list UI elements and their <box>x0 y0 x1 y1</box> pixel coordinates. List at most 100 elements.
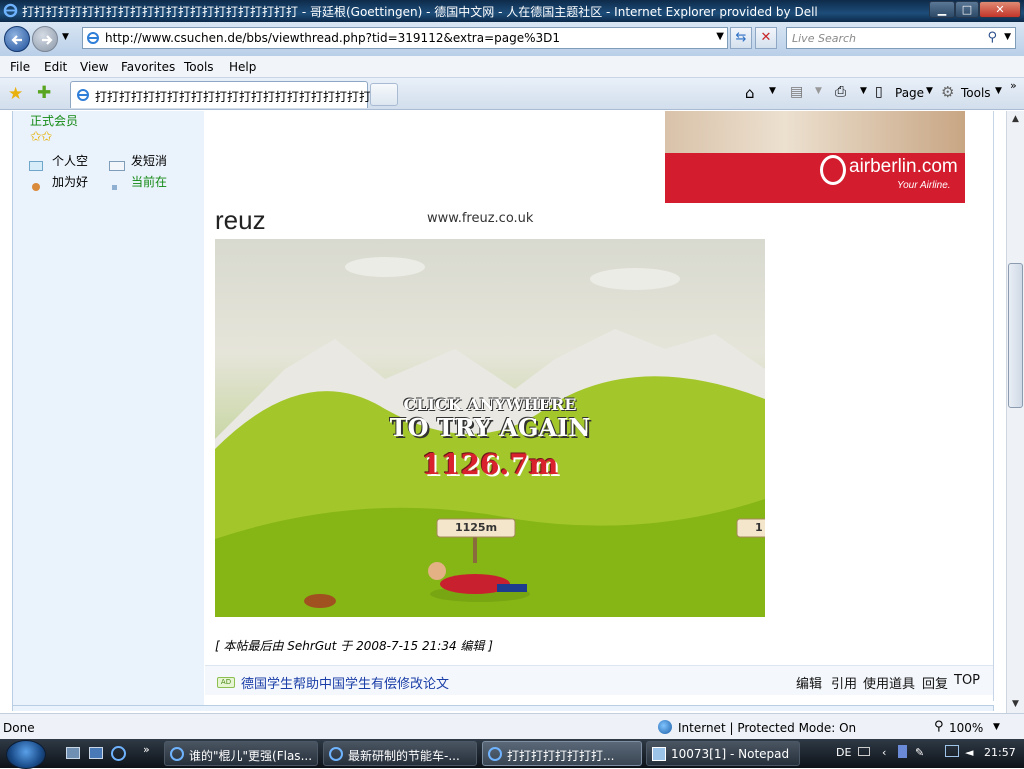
quote-link[interactable]: 引用 <box>831 673 857 692</box>
show-desktop-icon[interactable] <box>66 747 80 759</box>
address-dropdown-icon[interactable]: ▼ <box>716 31 724 42</box>
tab-label: 打打打打打打打打打打打打打打打打打打打打打打打... <box>95 90 383 104</box>
game-prompt-line1: CLICK ANYWHERE <box>403 395 577 414</box>
scroll-down-icon[interactable]: ▼ <box>1007 696 1024 713</box>
forward-button[interactable] <box>32 26 58 52</box>
taskbar-window-2[interactable]: 最新研制的节能车-... <box>323 741 477 766</box>
address-bar[interactable]: http://www.csuchen.de/bbs/viewthread.php… <box>82 27 728 49</box>
scroll-thumb[interactable] <box>1008 263 1023 408</box>
use-item-link[interactable]: 使用道具 <box>863 673 915 692</box>
refresh-icon: ⇆ <box>735 30 747 45</box>
tab-current[interactable]: 打打打打打打打打打打打打打打打打打打打打打打打... <box>70 81 382 108</box>
taskbar-window-1[interactable]: 谁的"棍儿"更强(Flas... <box>164 741 318 766</box>
feeds-dropdown-icon[interactable]: ▼ <box>815 86 822 96</box>
tab-toolbar: ★ ✚ 打打打打打打打打打打打打打打打打打打打打打打打... ⌂ ▼ ▤ ▼ ⎙… <box>0 78 1024 110</box>
tab-ie-icon <box>77 89 89 101</box>
back-button[interactable] <box>4 26 30 52</box>
menu-view[interactable]: View <box>80 60 108 74</box>
tray-app-icon[interactable] <box>898 745 907 758</box>
tray-tools-icon[interactable]: ✎ <box>915 746 924 759</box>
stop-button[interactable]: ✕ <box>755 27 777 49</box>
edit-note: [ 本帖最后由 SehrGut 于 2008-7-15 21:34 编辑 ] <box>215 639 493 653</box>
close-button[interactable]: ✕ <box>979 1 1021 18</box>
security-zone[interactable]: Internet | Protected Mode: On <box>678 721 856 735</box>
new-tab-button[interactable] <box>370 83 398 106</box>
search-placeholder: Live Search <box>792 32 856 45</box>
volume-icon[interactable]: ◄ <box>965 746 973 759</box>
tools-menu-button[interactable]: Tools <box>961 86 991 100</box>
keyboard-icon[interactable] <box>858 747 870 756</box>
add-favorites-icon[interactable]: ✚ <box>37 83 51 103</box>
user-space-link[interactable]: 个人空 <box>52 152 88 169</box>
tools-dropdown-icon[interactable]: ▼ <box>995 86 1002 96</box>
page-menu-button[interactable]: Page <box>895 86 924 100</box>
ie-quicklaunch-icon[interactable] <box>111 746 126 761</box>
search-icon[interactable]: ⚲ <box>987 30 997 45</box>
window-title: 打打打打打打打打打打打打打打打打打打打打打打打 - 哥廷根(Goettingen… <box>22 5 818 19</box>
home-dropdown-icon[interactable]: ▼ <box>769 86 776 96</box>
page-dropdown-icon[interactable]: ▼ <box>926 86 933 96</box>
post-footer: AD 德国学生帮助中国学生有偿修改论文 编辑 引用 使用道具 回复 TOP <box>205 665 993 695</box>
game-distance: 1126.7m <box>421 448 559 481</box>
print-icon[interactable]: ⎙ <box>835 84 846 100</box>
airberlin-ad-banner[interactable]: airberlin.com Your Airline. <box>665 111 965 203</box>
scroll-up-icon[interactable]: ▲ <box>1007 111 1024 128</box>
taskbar-window-3-label: 打打打打打打打打... <box>507 749 615 763</box>
menu-file[interactable]: File <box>10 60 30 74</box>
taskbar-window-1-label: 谁的"棍儿"更强(Flas... <box>189 749 313 763</box>
address-toolbar: ▼ http://www.csuchen.de/bbs/viewthread.p… <box>0 22 1024 56</box>
menu-edit[interactable]: Edit <box>44 60 67 74</box>
menu-help[interactable]: Help <box>229 60 256 74</box>
zoom-level[interactable]: 100% <box>949 721 983 735</box>
taskbar-window-3[interactable]: 打打打打打打打打... <box>482 741 642 766</box>
add-friend-link[interactable]: 加为好 <box>52 173 88 190</box>
ad-slogan: Your Airline. <box>897 180 951 191</box>
online-status: 当前在 <box>131 175 168 189</box>
print-dropdown-icon[interactable]: ▼ <box>860 86 867 96</box>
network-icon[interactable] <box>945 745 959 757</box>
game-header-strip: reuz www.freuz.co.uk <box>215 211 765 233</box>
clock[interactable]: 21:57 <box>984 746 1016 759</box>
ad-photo <box>665 111 965 153</box>
menu-favorites[interactable]: Favorites <box>121 60 175 74</box>
windows-taskbar: » 谁的"棍儿"更强(Flas... 最新研制的节能车-... 打打打打打打打打… <box>0 739 1024 769</box>
message-icon <box>109 161 125 171</box>
url-text: http://www.csuchen.de/bbs/viewthread.php… <box>105 31 561 45</box>
start-button[interactable] <box>6 740 46 769</box>
send-message-link[interactable]: 发短消 <box>131 152 167 169</box>
space-icon <box>29 161 43 171</box>
ad-text-link[interactable]: 德国学生帮助中国学生有偿修改论文 <box>241 673 449 692</box>
switch-windows-icon[interactable] <box>89 747 103 759</box>
feeds-icon[interactable]: ▤ <box>790 84 803 100</box>
taskbar-window-4[interactable]: 10073[1] - Notepad <box>646 741 800 766</box>
distance-sign-next: 1 <box>755 521 763 534</box>
home-icon[interactable]: ⌂ <box>745 84 755 102</box>
page-content: 正式会员 ✩✩ 个人空 发短消 加为好 当前在 airberlin.com Yo… <box>0 111 1006 711</box>
search-dropdown-icon[interactable]: ▼ <box>1004 32 1011 42</box>
history-dropdown-icon[interactable]: ▼ <box>62 32 69 42</box>
minimize-button[interactable]: ▁ <box>929 1 955 18</box>
ad-badge: AD <box>217 677 235 688</box>
search-input[interactable]: Live Search ⚲ ▼ <box>786 27 1016 49</box>
page-icon <box>87 32 99 44</box>
quicklaunch-more-icon[interactable]: » <box>143 743 150 756</box>
zoom-dropdown-icon[interactable]: ▼ <box>993 722 1000 732</box>
tray-expand-icon[interactable]: ‹ <box>882 746 886 759</box>
edit-link[interactable]: 编辑 <box>796 673 822 692</box>
reply-link[interactable]: 回复 <box>922 673 948 692</box>
menu-tools[interactable]: Tools <box>184 60 214 74</box>
ie-task-icon <box>170 747 184 761</box>
status-bar: Done Internet | Protected Mode: On ⚲ 100… <box>0 713 1024 739</box>
zoom-icon: ⚲ <box>934 719 944 734</box>
flash-game[interactable]: CLICK ANYWHERE TO TRY AGAIN 1126.7m 1125… <box>215 239 765 617</box>
favorites-star-icon[interactable]: ★ <box>8 84 23 104</box>
member-rank: 正式会员 <box>30 114 79 128</box>
refresh-button[interactable]: ⇆ <box>730 27 752 49</box>
window-title-bar: 打打打打打打打打打打打打打打打打打打打打打打打 - 哥廷根(Goettingen… <box>0 0 1024 22</box>
chevron-more-icon[interactable]: » <box>1010 79 1017 92</box>
ad-brand: airberlin.com <box>849 156 958 177</box>
maximize-button[interactable]: □ <box>955 1 979 18</box>
top-link[interactable]: TOP <box>954 673 980 688</box>
language-indicator[interactable]: DE <box>836 746 851 759</box>
vertical-scrollbar[interactable]: ▲ ▼ <box>1006 111 1024 713</box>
